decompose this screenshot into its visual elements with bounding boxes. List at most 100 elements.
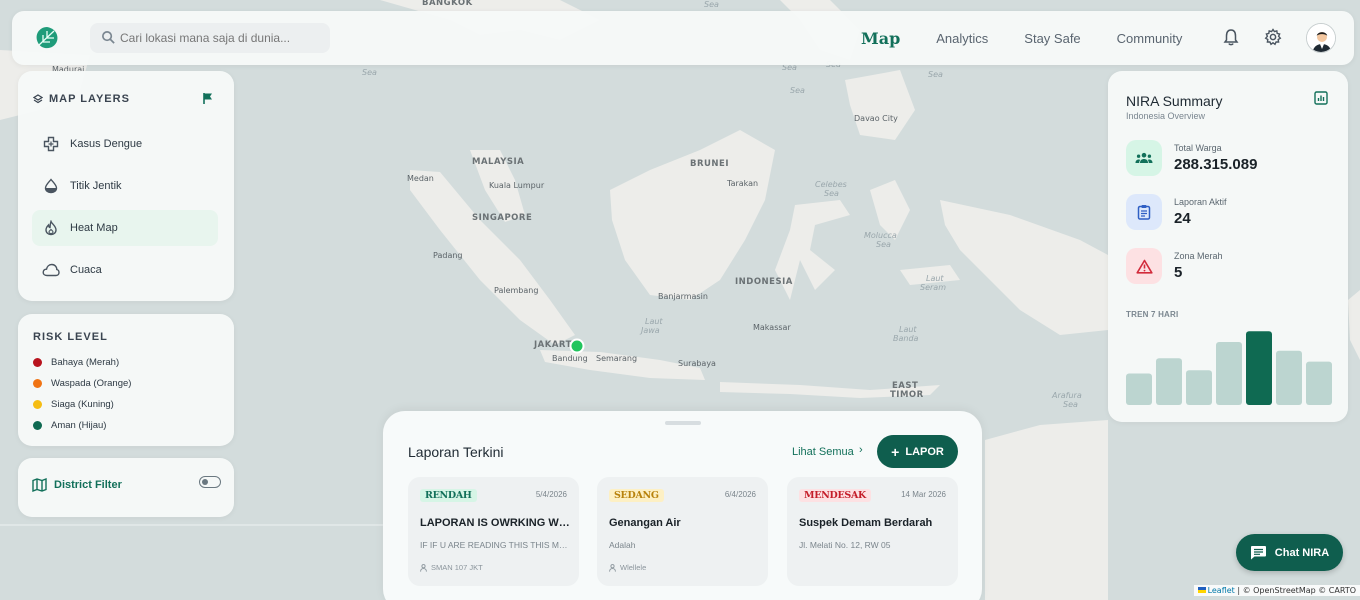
map-layers-panel: MAP LAYERS Kasus Dengue Titik Jentik Hea… xyxy=(18,71,234,301)
report-card[interactable]: SEDANG 6/4/2026 Genangan Air Adalah Wlel… xyxy=(597,477,768,586)
map-label-sea: Sea xyxy=(1063,400,1078,409)
risk-label: Bahaya (Merah) xyxy=(51,357,120,368)
risk-dot xyxy=(33,358,42,367)
map-label-davao: Davao City xyxy=(854,114,898,123)
user-avatar-icon xyxy=(1307,24,1335,52)
nav-analytics[interactable]: Analytics xyxy=(936,31,988,46)
search-icon xyxy=(102,31,115,44)
stat-label: Total Warga xyxy=(1174,143,1222,153)
nav-community[interactable]: Community xyxy=(1117,31,1183,46)
gear-icon[interactable] xyxy=(1264,28,1282,46)
group-icon xyxy=(1126,140,1162,176)
report-card[interactable]: RENDAH 5/4/2026 LAPORAN IS OWRKING WUHU.… xyxy=(408,477,579,586)
search-bar[interactable] xyxy=(90,23,330,53)
risk-level-title: RISK LEVEL xyxy=(33,331,108,343)
lapor-label: LAPOR xyxy=(905,445,944,458)
layer-kasus-dengue[interactable]: Kasus Dengue xyxy=(32,126,218,162)
risk-label: Siaga (Kuning) xyxy=(51,399,114,410)
trend-bar xyxy=(1126,373,1152,405)
map-label-banjarmasin: Banjarmasin xyxy=(658,292,708,301)
stat-value: 5 xyxy=(1174,264,1183,281)
layer-heat-map[interactable]: Heat Map xyxy=(32,210,218,246)
bell-icon[interactable] xyxy=(1223,28,1239,46)
map-attribution: Leaflet | © OpenStreetMap © CARTO xyxy=(1193,585,1360,596)
trend-bar xyxy=(1216,342,1242,405)
district-filter-label: District Filter xyxy=(54,479,122,491)
stat-value: 288.315.089 xyxy=(1174,156,1258,173)
map-label-sea: Sea xyxy=(824,189,839,198)
map-label-semarang: Semarang xyxy=(596,354,638,363)
recent-reports-sheet: Laporan Terkini Lihat Semua › + LAPOR RE… xyxy=(383,411,982,600)
district-filter-panel[interactable]: District Filter xyxy=(18,458,234,517)
nav-map[interactable]: Map xyxy=(861,29,900,48)
map-label-sea: Sea xyxy=(362,68,377,77)
map-label-padang: Padang xyxy=(433,251,463,260)
risk-level-panel: RISK LEVEL Bahaya (Merah) Waspada (Orang… xyxy=(18,314,234,446)
layer-titik-jentik[interactable]: Titik Jentik xyxy=(32,168,218,204)
user-icon xyxy=(420,563,427,572)
risk-label: Aman (Hijau) xyxy=(51,420,107,431)
map-label-bandung: Bandung xyxy=(552,354,588,363)
flag-icon[interactable] xyxy=(202,92,214,105)
map-marker-jakarta[interactable] xyxy=(569,338,585,354)
cloud-icon xyxy=(42,263,60,277)
report-card[interactable]: MENDESAK 14 Mar 2026 Suspek Demam Berdar… xyxy=(787,477,958,586)
map-label-surabaya: Surabaya xyxy=(678,359,716,368)
leaf-logo-icon[interactable] xyxy=(34,25,60,51)
severity-badge: SEDANG xyxy=(609,489,664,502)
map-fold-icon xyxy=(32,478,47,492)
chat-nira-button[interactable]: Chat NIRA xyxy=(1236,534,1343,571)
severity-badge: MENDESAK xyxy=(799,489,872,502)
map-label-sea: Sea xyxy=(876,240,891,249)
flame-icon xyxy=(42,220,60,236)
map-label-laut: Laut xyxy=(926,274,944,283)
risk-waspada: Waspada (Orange) xyxy=(33,378,131,389)
user-icon xyxy=(609,563,616,572)
map-label-seram: Seram xyxy=(920,283,946,292)
search-input[interactable] xyxy=(120,23,320,53)
map-layers-header: MAP LAYERS xyxy=(33,93,130,105)
report-desc: IF IF U ARE READING THIS THIS MEANS... xyxy=(420,540,570,550)
report-date: 6/4/2026 xyxy=(724,490,756,499)
map-label-malaysia: MALAYSIA xyxy=(472,157,525,167)
layer-cuaca[interactable]: Cuaca xyxy=(32,252,218,288)
map-label-sea: Sea xyxy=(928,70,943,79)
map-label-tarakan: Tarakan xyxy=(727,179,759,188)
map-label-medan: Medan xyxy=(407,174,434,183)
risk-siaga: Siaga (Kuning) xyxy=(33,399,114,410)
lapor-button[interactable]: + LAPOR xyxy=(877,435,958,468)
trend-bar xyxy=(1156,358,1182,405)
chat-label: Chat NIRA xyxy=(1274,546,1330,559)
trend-bar xyxy=(1186,370,1212,405)
report-desc: Adalah xyxy=(609,540,636,550)
medical-cross-icon xyxy=(42,136,60,152)
map-label-laut: Laut xyxy=(645,317,663,326)
bar-chart-icon[interactable] xyxy=(1314,91,1328,105)
risk-dot xyxy=(33,379,42,388)
layer-label: Titik Jentik xyxy=(70,180,122,192)
stat-label: Zona Merah xyxy=(1174,251,1223,261)
clipboard-icon xyxy=(1126,194,1162,230)
report-location-text: SMAN 107 JKT xyxy=(431,563,483,572)
layer-label: Kasus Dengue xyxy=(70,138,143,150)
report-location: Wlellele xyxy=(609,563,646,572)
stat-label: Laporan Aktif xyxy=(1174,197,1227,207)
stat-total-warga: Total Warga 288.315.089 xyxy=(1126,140,1336,180)
see-all-link[interactable]: Lihat Semua xyxy=(792,446,854,458)
report-title: Suspek Demam Berdarah xyxy=(799,517,933,529)
layers-icon xyxy=(33,94,43,104)
risk-dot xyxy=(33,421,42,430)
district-filter-toggle[interactable] xyxy=(199,476,221,488)
nav-stay-safe[interactable]: Stay Safe xyxy=(1024,31,1080,46)
trend-label: TREN 7 HARI xyxy=(1126,310,1179,319)
chat-bubble-icon xyxy=(1250,546,1266,560)
plus-icon: + xyxy=(891,443,900,460)
warning-icon xyxy=(1126,248,1162,284)
map-label-laut: Laut xyxy=(899,325,917,334)
reports-title: Laporan Terkini xyxy=(408,444,504,460)
avatar[interactable] xyxy=(1306,23,1336,53)
report-desc: Jl. Melati No. 12, RW 05 xyxy=(799,540,891,550)
sheet-drag-handle[interactable] xyxy=(665,421,701,425)
leaflet-link[interactable]: Leaflet xyxy=(1208,586,1235,595)
risk-label: Waspada (Orange) xyxy=(51,378,132,389)
